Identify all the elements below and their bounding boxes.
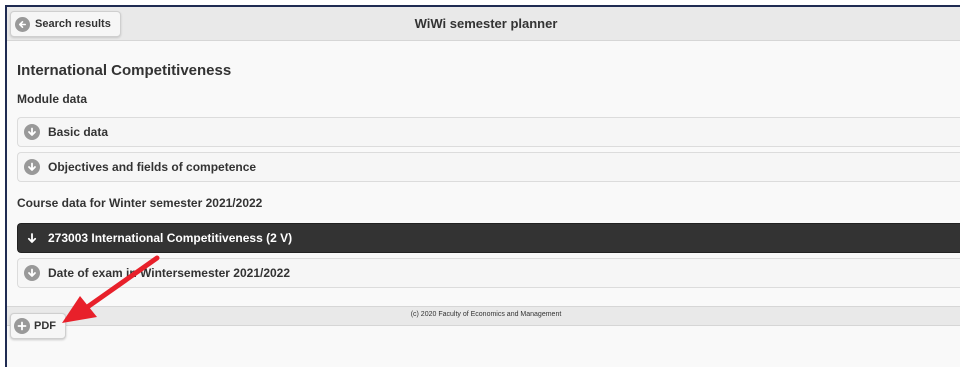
footer-bar: (c) 2020 Faculty of Economics and Manage… [7, 306, 960, 326]
plus-circle-icon [14, 318, 30, 334]
collapsible-basic-data[interactable]: Basic data [17, 117, 960, 147]
arrow-down-icon [24, 230, 40, 246]
app-window: Search results WiWi semester planner Int… [5, 5, 960, 367]
arrow-down-circle-icon [24, 265, 40, 281]
collapsible-label: Objectives and fields of competence [48, 160, 257, 174]
module-data-heading: Module data [17, 92, 88, 106]
pdf-label: PDF [34, 320, 56, 332]
collapsible-course-273003[interactable]: 273003 International Competitiveness (2 … [17, 223, 960, 253]
collapsible-exam-date[interactable]: Date of exam in Wintersemester 2021/2022 [17, 258, 960, 288]
pdf-button[interactable]: PDF [10, 313, 66, 339]
arrow-down-circle-icon [24, 124, 40, 140]
header-bar: Search results WiWi semester planner [7, 7, 960, 41]
collapsible-objectives[interactable]: Objectives and fields of competence [17, 152, 960, 182]
arrow-down-circle-icon [24, 159, 40, 175]
collapsible-label: Basic data [48, 125, 109, 139]
app-title: WiWi semester planner [414, 16, 558, 31]
collapsible-label: Date of exam in Wintersemester 2021/2022 [48, 266, 291, 280]
collapsible-label: 273003 International Competitiveness (2 … [48, 231, 293, 245]
course-data-heading: Course data for Winter semester 2021/202… [17, 196, 263, 210]
page-title: International Competitiveness [17, 62, 232, 79]
copyright-text: (c) 2020 Faculty of Economics and Manage… [410, 311, 562, 318]
